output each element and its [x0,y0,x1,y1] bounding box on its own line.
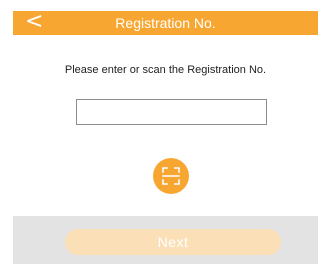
scan-icon [162,167,180,185]
registration-screen: < Registration No. Please enter or scan … [0,0,331,264]
footer-bar: Next [13,216,318,264]
registration-number-input[interactable] [76,99,267,125]
header-bar: < Registration No. [13,11,318,35]
page-title: Registration No. [115,15,216,31]
next-button[interactable]: Next [65,229,281,255]
instruction-text: Please enter or scan the Registration No… [64,64,267,76]
scan-button[interactable] [153,158,189,194]
